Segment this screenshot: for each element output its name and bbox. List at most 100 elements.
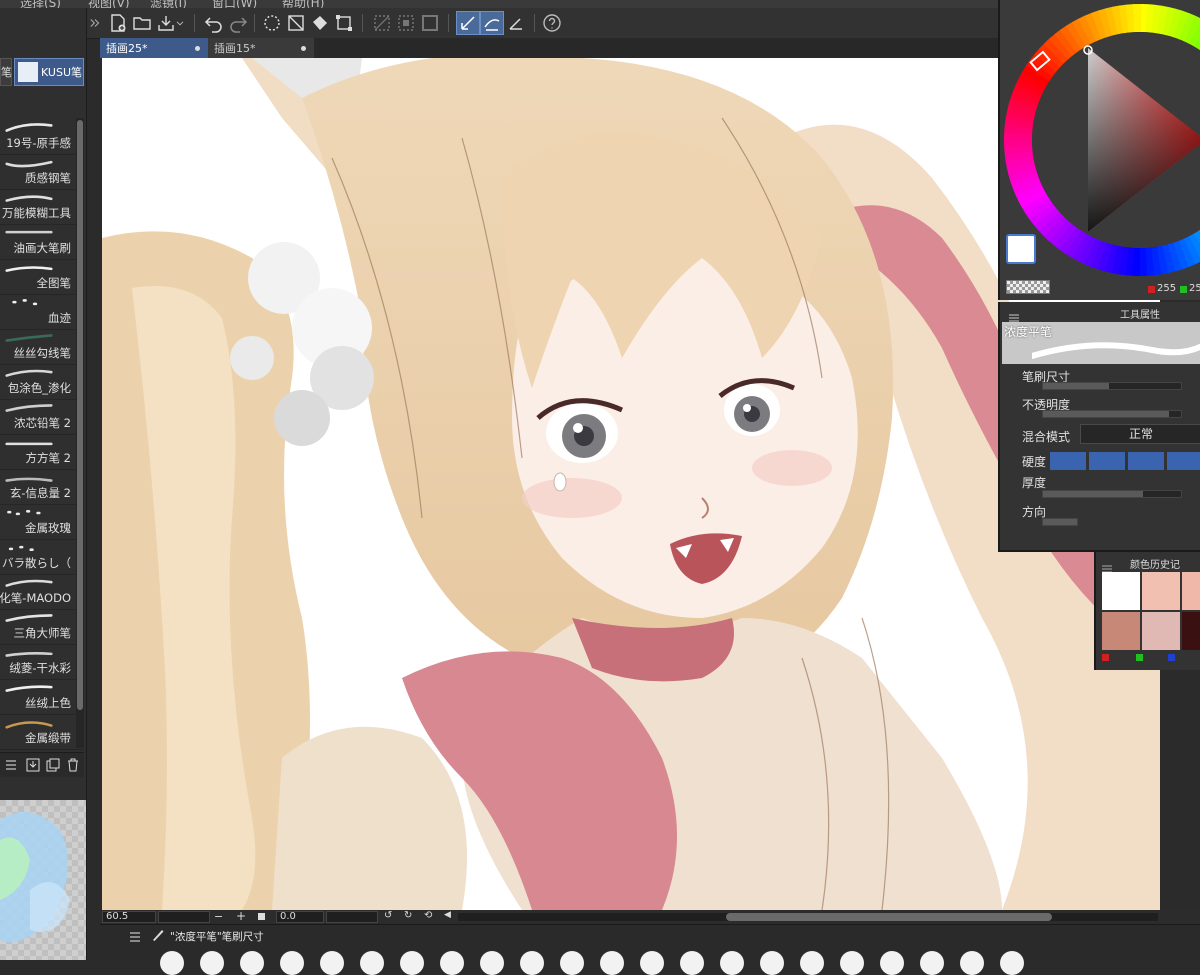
zoom-out-icon[interactable]: −: [214, 910, 223, 923]
save-dropdown-chevron-icon[interactable]: [174, 11, 186, 35]
color-history-swatch[interactable]: [1182, 572, 1200, 610]
brush-item[interactable]: 油画大笔刷: [0, 223, 84, 260]
brush-size-preset[interactable]: [680, 951, 704, 975]
brush-item[interactable]: 细化笔-MAODO: [0, 573, 84, 610]
clear-layer-icon[interactable]: [284, 11, 308, 35]
duplicate-icon[interactable]: [46, 757, 60, 772]
new-file-icon[interactable]: [106, 11, 130, 35]
zoom-field[interactable]: 60.5: [102, 911, 156, 923]
brush-item[interactable]: 玄-信息量 2: [0, 468, 84, 505]
unsaved-dot-icon[interactable]: [301, 46, 306, 51]
brush-size-preset[interactable]: [440, 951, 464, 975]
import-icon[interactable]: [26, 757, 40, 772]
color-history-swatch[interactable]: [1142, 572, 1180, 610]
angle-field[interactable]: 0.0: [276, 911, 324, 923]
scroll-left-icon[interactable]: ◀: [444, 910, 451, 920]
hardness-step-1[interactable]: [1050, 452, 1086, 470]
brush-size-preset[interactable]: [840, 951, 864, 975]
color-history-swatch[interactable]: [1102, 612, 1140, 650]
brush-size-preset[interactable]: [880, 951, 904, 975]
brush-size-preset[interactable]: [800, 951, 824, 975]
brush-size-preset[interactable]: [720, 951, 744, 975]
brush-item[interactable]: バラ散らし（: [0, 538, 84, 575]
open-folder-icon[interactable]: [130, 11, 154, 35]
brush-size-preset[interactable]: [1000, 951, 1024, 975]
menu-icon[interactable]: [1008, 308, 1020, 322]
sub-tool-tab-prev[interactable]: 笔: [0, 58, 12, 86]
fit-screen-icon[interactable]: [258, 913, 265, 920]
brush-size-preset[interactable]: [400, 951, 424, 975]
help-icon[interactable]: [540, 11, 564, 35]
brush-item[interactable]: 三角大师笔: [0, 608, 84, 645]
brush-size-preset[interactable]: [160, 951, 184, 975]
hardness-step-3[interactable]: [1128, 452, 1164, 470]
brush-size-preset[interactable]: [240, 951, 264, 975]
thickness-slider[interactable]: [1042, 490, 1182, 498]
brush-size-preset[interactable]: [640, 951, 664, 975]
brush-size-preset[interactable]: [320, 951, 344, 975]
color-history-swatch[interactable]: [1102, 572, 1140, 610]
brush-size-slider[interactable]: [1042, 382, 1182, 390]
main-color-swatch[interactable]: [1006, 234, 1036, 264]
transform-icon[interactable]: [332, 11, 356, 35]
brush-size-preset[interactable]: [520, 951, 544, 975]
brush-item[interactable]: 浓芯铅笔 2: [0, 398, 84, 435]
hardness-step-2[interactable]: [1089, 452, 1125, 470]
brush-item[interactable]: 金属缎带: [0, 713, 84, 750]
brush-size-preset[interactable]: [480, 951, 504, 975]
tab-illustration-15[interactable]: 插画15*: [208, 38, 314, 58]
selection-border-icon[interactable]: [418, 11, 442, 35]
fill-icon[interactable]: [308, 11, 332, 35]
brush-item[interactable]: 全图笔: [0, 258, 84, 295]
brush-list-scroll-thumb[interactable]: [77, 120, 83, 710]
menu-select[interactable]: 选择(S): [20, 0, 61, 8]
brush-item[interactable]: 方方笔 2: [0, 433, 84, 470]
angle-slider[interactable]: [326, 911, 378, 923]
brush-item[interactable]: 丝丝勾线笔: [0, 328, 84, 365]
transparent-color-swatch[interactable]: [1006, 280, 1050, 294]
brush-item[interactable]: 万能模糊工具: [0, 188, 84, 225]
unsaved-dot-icon[interactable]: [195, 46, 200, 51]
undo-icon[interactable]: [202, 11, 226, 35]
menu-icon[interactable]: [4, 757, 18, 771]
brush-item[interactable]: 血迹: [0, 293, 84, 330]
horizontal-scroll-thumb[interactable]: [726, 913, 1052, 921]
snap-special-ruler-icon[interactable]: [480, 11, 504, 35]
color-history-swatch[interactable]: [1182, 612, 1200, 650]
brush-size-preset[interactable]: [600, 951, 624, 975]
brush-size-preset[interactable]: [920, 951, 944, 975]
hardness-step-4[interactable]: [1167, 452, 1200, 470]
brush-item[interactable]: 丝绒上色: [0, 678, 84, 715]
brush-item[interactable]: 包涂色_渗化: [0, 363, 84, 400]
snap-ruler-icon[interactable]: [456, 11, 480, 35]
brush-size-preset[interactable]: [360, 951, 384, 975]
brush-size-preset[interactable]: [960, 951, 984, 975]
blend-mode-select[interactable]: 正常: [1080, 424, 1200, 444]
brush-size-preset[interactable]: [200, 951, 224, 975]
color-history-swatch[interactable]: [1142, 612, 1180, 650]
menu-icon[interactable]: [1102, 558, 1112, 573]
collapse-chevron-icon[interactable]: [88, 11, 102, 35]
brush-item[interactable]: 质感钢笔: [0, 153, 84, 190]
navigator-preview[interactable]: [0, 800, 86, 960]
tab-illustration-25[interactable]: 插画25*: [100, 38, 208, 58]
rotate-left-icon[interactable]: ↺: [384, 910, 392, 921]
sub-tool-tab-kusu[interactable]: KUSU笔: [14, 58, 84, 86]
brush-size-preset[interactable]: [560, 951, 584, 975]
redo-icon[interactable]: [226, 11, 250, 35]
brush-item[interactable]: 19号-原手感: [0, 118, 84, 155]
selection-crop-icon[interactable]: [370, 11, 394, 35]
brush-item[interactable]: 绒菱-干水彩: [0, 643, 84, 680]
brush-item[interactable]: 金属玫瑰: [0, 503, 84, 540]
delete-icon[interactable]: [66, 757, 80, 772]
zoom-slider[interactable]: [158, 911, 210, 923]
clear-selection-icon[interactable]: [260, 11, 284, 35]
brush-size-preset[interactable]: [280, 951, 304, 975]
brush-size-preset[interactable]: [760, 951, 784, 975]
menu-window[interactable]: 窗口(W): [212, 0, 257, 8]
rotate-right-icon[interactable]: ↻: [404, 910, 412, 921]
menu-filter[interactable]: 滤镜(I): [150, 0, 187, 8]
invert-selection-icon[interactable]: [394, 11, 418, 35]
opacity-slider[interactable]: [1042, 410, 1182, 418]
menu-help[interactable]: 帮助(H): [282, 0, 324, 8]
